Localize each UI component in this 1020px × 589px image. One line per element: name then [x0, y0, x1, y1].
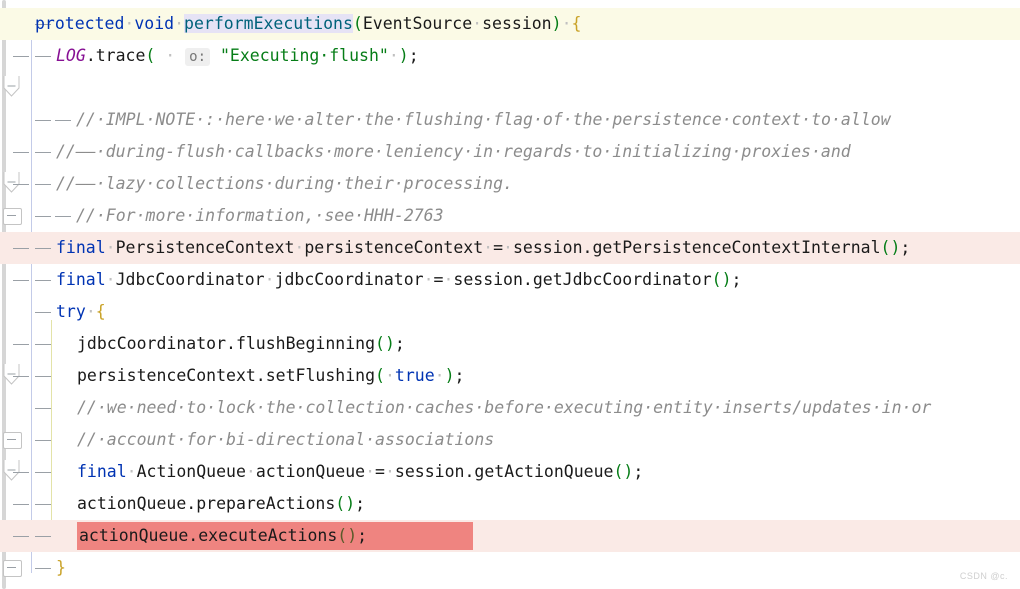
fold-dash — [35, 440, 51, 441]
fold-dash — [35, 472, 51, 473]
fold-dash — [35, 504, 51, 505]
fold-dash — [13, 472, 29, 473]
fold-dash — [13, 248, 29, 249]
code-text: //——·lazy·collections·during·their·proce… — [56, 174, 513, 193]
fold-arrow-icon[interactable] — [3, 396, 20, 481]
code-line[interactable]: //·For·more·information,·see·HHH-2763 — [0, 200, 1020, 232]
fold-dash — [13, 344, 29, 345]
fold-dash — [35, 152, 51, 153]
fold-dash — [13, 536, 29, 537]
code-line[interactable]: final·ActionQueue·actionQueue·=·session.… — [0, 456, 1020, 488]
code-line[interactable]: LOG.trace( · o: "Executing·flush"·); — [0, 40, 1020, 72]
code-line[interactable]: protected·void·performExecutions(EventSo… — [0, 8, 1020, 97]
fold-arrow-icon[interactable] — [3, 12, 20, 97]
code-text: try·{ — [56, 302, 106, 321]
code-line[interactable]: //·IMPL·NOTE·:·here·we·alter·the·flushin… — [0, 104, 1020, 193]
code-line[interactable] — [0, 72, 1020, 104]
code-text: actionQueue.prepareActions(); — [77, 494, 366, 513]
code-text: final·PersistenceContext·persistenceCont… — [56, 238, 911, 257]
fold-dash — [13, 504, 29, 505]
code-line[interactable]: //——·lazy·collections·during·their·proce… — [0, 168, 1020, 200]
fold-dash — [13, 376, 29, 377]
fold-dash — [35, 120, 51, 121]
fold-dash — [13, 152, 29, 153]
code-text: } — [56, 558, 66, 577]
code-line[interactable]: } — [0, 552, 1020, 584]
code-text: protected·void·performExecutions(EventSo… — [35, 14, 582, 33]
fold-dash — [35, 56, 51, 57]
watermark: CSDN @c. — [959, 571, 1008, 581]
fold-dash — [55, 216, 71, 217]
fold-dash — [35, 280, 51, 281]
fold-dash — [35, 408, 51, 409]
fold-dash — [55, 120, 71, 121]
code-text: final·ActionQueue·actionQueue·=·session.… — [77, 462, 644, 481]
fold-arrow-icon[interactable] — [3, 300, 20, 385]
fold-dash — [35, 568, 51, 569]
code-text: persistenceContext.setFlushing(·true·); — [77, 366, 465, 385]
code-line[interactable]: persistenceContext.setFlushing(·true·); — [0, 360, 1020, 392]
fold-arrow-icon[interactable] — [3, 108, 20, 193]
code-line[interactable]: actionQueue.executeActions(); — [0, 520, 1020, 552]
fold-dash — [13, 280, 29, 281]
fold-dash — [13, 56, 29, 57]
code-text: final·JdbcCoordinator·jdbcCoordinator·=·… — [56, 270, 742, 289]
code-line[interactable]: //·we·need·to·lock·the·collection·caches… — [0, 392, 1020, 481]
fold-dash — [35, 248, 51, 249]
code-line[interactable]: final·JdbcCoordinator·jdbcCoordinator·=·… — [0, 264, 1020, 296]
fold-dash — [35, 536, 51, 537]
fold-collapsed-icon[interactable] — [3, 432, 22, 449]
fold-dash — [35, 312, 51, 313]
code-line[interactable]: //·account·for·bi-directional·associatio… — [0, 424, 1020, 456]
code-line[interactable]: try·{ — [0, 296, 1020, 385]
fold-dash — [35, 184, 51, 185]
code-text: actionQueue.executeActions(); — [79, 526, 368, 545]
code-text: //——·during-flush·callbacks·more·lenienc… — [56, 142, 851, 161]
fold-dash — [35, 376, 51, 377]
fold-collapsed-icon[interactable] — [3, 208, 22, 225]
fold-dash — [35, 216, 51, 217]
code-text: //·we·need·to·lock·the·collection·caches… — [77, 398, 932, 417]
fold-collapsed-icon[interactable] — [3, 560, 22, 577]
code-editor[interactable]: protected·void·performExecutions(EventSo… — [0, 0, 1020, 589]
code-text: //·account·for·bi-directional·associatio… — [77, 430, 495, 449]
inlay-hint[interactable]: o: — [185, 48, 211, 66]
fold-dash — [13, 184, 29, 185]
code-line[interactable]: //——·during-flush·callbacks·more·lenienc… — [0, 136, 1020, 168]
code-text: jdbcCoordinator.flushBeginning(); — [77, 334, 405, 353]
code-text: //·For·more·information,·see·HHH-2763 — [76, 206, 444, 225]
code-text: LOG.trace( · o: "Executing·flush"·); — [56, 46, 419, 66]
code-line[interactable]: final·PersistenceContext·persistenceCont… — [0, 232, 1020, 264]
code-text: //·IMPL·NOTE·:·here·we·alter·the·flushin… — [76, 110, 891, 129]
fold-dash — [35, 344, 51, 345]
code-line[interactable]: actionQueue.prepareActions(); — [0, 488, 1020, 520]
method-name-token[interactable]: performExecutions — [184, 14, 353, 33]
code-line[interactable]: jdbcCoordinator.flushBeginning(); — [0, 328, 1020, 360]
